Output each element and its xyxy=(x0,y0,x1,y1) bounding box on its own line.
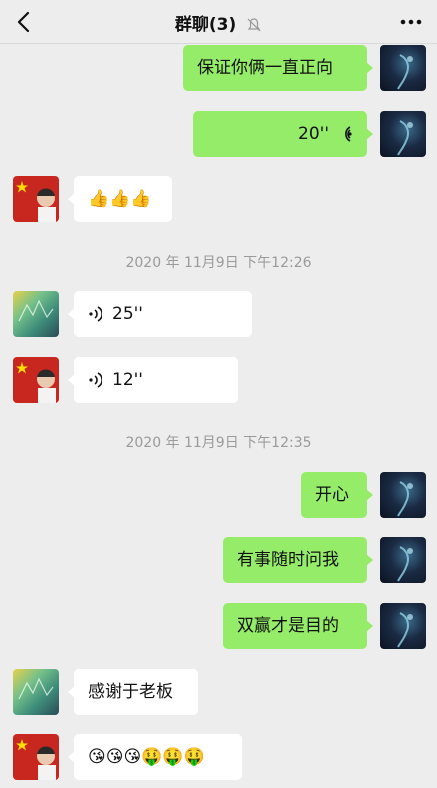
voice-wave-icon xyxy=(345,126,352,142)
emoji-kiss-money-icon: 😘😘😘🤑🤑🤑 xyxy=(88,747,205,767)
voice-duration: 12'' xyxy=(112,370,143,390)
message-bubble-self[interactable]: 有事随时问我 xyxy=(223,537,373,583)
avatar-self[interactable] xyxy=(380,472,426,518)
message-text: 感谢于老板 xyxy=(88,682,173,702)
message-bubble-other[interactable]: 感谢于老板 xyxy=(68,669,198,715)
chat-title: 群聊(3) xyxy=(174,15,237,35)
avatar-green-user[interactable] xyxy=(13,291,59,337)
voice-duration: 25'' xyxy=(112,304,143,324)
chat-header: 群聊(3) xyxy=(0,0,437,44)
message-bubble-other[interactable]: 😘😘😘🤑🤑🤑 xyxy=(68,734,242,780)
avatar-green-user[interactable] xyxy=(13,669,59,715)
timestamp: 2020 年 11月9日 下午12:35 xyxy=(125,435,312,451)
avatar-self[interactable] xyxy=(380,111,426,157)
voice-duration: 20'' xyxy=(298,124,329,144)
message-bubble-self[interactable]: 双赢才是目的 xyxy=(223,603,373,649)
message-bubble-self[interactable]: 开心 xyxy=(301,472,373,518)
emoji-thumbs-up-icon: 👍👍👍 xyxy=(88,189,152,209)
voice-message-self[interactable]: 20'' xyxy=(193,111,373,157)
voice-message-other[interactable]: 12'' xyxy=(68,357,238,403)
more-dots-icon[interactable] xyxy=(399,14,423,30)
avatar-self[interactable] xyxy=(380,603,426,649)
avatar-flag-user[interactable] xyxy=(13,734,59,780)
bell-muted-icon xyxy=(247,18,261,32)
message-text: 开心 xyxy=(315,485,349,505)
timestamp: 2020 年 11月9日 下午12:26 xyxy=(125,255,312,271)
voice-wave-icon xyxy=(89,306,102,322)
avatar-flag-user[interactable] xyxy=(13,176,59,222)
message-bubble-self[interactable]: 保证你俩一直正向 xyxy=(183,45,373,91)
message-text: 双赢才是目的 xyxy=(237,616,339,636)
avatar-flag-user[interactable] xyxy=(13,357,59,403)
chat-title-wrap: 群聊(3) xyxy=(0,10,437,35)
voice-wave-icon xyxy=(89,372,102,388)
voice-message-other[interactable]: 25'' xyxy=(68,291,252,337)
message-text: 保证你俩一直正向 xyxy=(197,58,333,78)
avatar-self[interactable] xyxy=(380,537,426,583)
avatar-self[interactable] xyxy=(380,45,426,91)
message-bubble-other[interactable]: 👍👍👍 xyxy=(68,176,172,222)
message-text: 有事随时问我 xyxy=(237,550,339,570)
